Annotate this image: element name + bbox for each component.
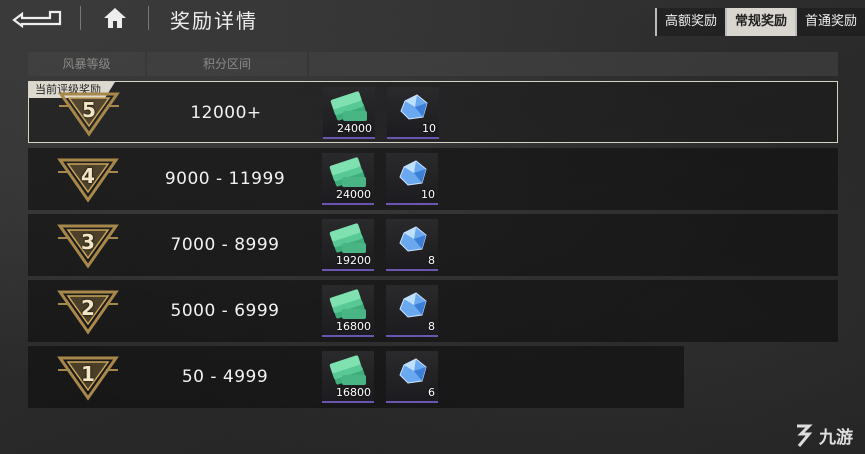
home-icon xyxy=(104,8,126,28)
reward-quantity: 16800 xyxy=(336,386,371,399)
reward-money[interactable]: 24000 xyxy=(322,153,374,205)
reward-gem[interactable]: 10 xyxy=(387,87,439,139)
reward-gem[interactable]: 6 xyxy=(386,351,438,403)
table-row: 3 7000 - 8999 19200 8 xyxy=(28,214,838,276)
tab-high-reward[interactable]: 高额奖励 xyxy=(654,8,725,36)
reward-gem[interactable]: 8 xyxy=(386,285,438,337)
reward-money[interactable]: 16800 xyxy=(322,285,374,337)
storm-rank-badge: 2 xyxy=(56,286,120,336)
reward-money[interactable]: 24000 xyxy=(323,87,375,139)
top-bar: 奖励详情 高额奖励 常规奖励 首通奖励 xyxy=(0,0,865,38)
rank-number: 1 xyxy=(81,362,95,386)
reward-quantity: 16800 xyxy=(336,320,371,333)
reward-quantity: 10 xyxy=(421,188,435,201)
divider xyxy=(80,6,81,30)
table-row: 4 9000 - 11999 24000 10 xyxy=(28,148,838,210)
column-header-storm-level: 风暴等级 xyxy=(28,52,145,76)
storm-rank-badge: 1 xyxy=(56,352,120,402)
score-range: 9000 - 11999 xyxy=(164,169,286,189)
reward-quantity: 24000 xyxy=(337,122,372,135)
reward-quantity: 24000 xyxy=(336,188,371,201)
reward-quantity: 6 xyxy=(428,386,435,399)
table-row: 1 50 - 4999 16800 6 xyxy=(28,346,684,408)
score-range: 5000 - 6999 xyxy=(170,301,280,321)
reward-money[interactable]: 19200 xyxy=(322,219,374,271)
table-row: 2 5000 - 6999 16800 8 xyxy=(28,280,838,342)
blue-crystal-icon xyxy=(392,355,432,393)
watermark: 九游 xyxy=(791,422,853,448)
reward-quantity: 19200 xyxy=(336,254,371,267)
blue-crystal-icon xyxy=(392,223,432,261)
column-header-rewards xyxy=(309,52,838,76)
reward-gem[interactable]: 10 xyxy=(386,153,438,205)
storm-rank-badge: 4 xyxy=(56,154,120,204)
tab-first-clear-reward[interactable]: 首通奖励 xyxy=(794,8,865,36)
storm-rank-badge: 3 xyxy=(56,220,120,270)
reward-quantity: 10 xyxy=(422,122,436,135)
blue-crystal-icon xyxy=(392,289,432,327)
tab-bar: 高额奖励 常规奖励 首通奖励 xyxy=(654,8,865,36)
divider xyxy=(148,6,149,30)
score-range: 12000+ xyxy=(190,103,262,123)
page-title: 奖励详情 xyxy=(170,9,258,33)
table-header: 风暴等级 积分区间 xyxy=(28,52,838,76)
storm-rank-badge: 5 xyxy=(57,88,121,138)
table-row: 当前评级奖励 5 12000+ 24000 10 xyxy=(28,81,838,143)
rank-number: 3 xyxy=(81,230,95,254)
reward-quantity: 8 xyxy=(428,320,435,333)
rank-number: 5 xyxy=(82,98,96,122)
column-header-score-range: 积分区间 xyxy=(147,52,307,76)
score-range: 50 - 4999 xyxy=(181,367,269,387)
score-range: 7000 - 8999 xyxy=(170,235,280,255)
home-button[interactable] xyxy=(98,3,132,33)
watermark-text: 九游 xyxy=(819,427,853,448)
tab-regular-reward[interactable]: 常规奖励 xyxy=(724,8,795,36)
back-button[interactable] xyxy=(8,4,68,30)
reward-quantity: 8 xyxy=(428,254,435,267)
back-arrow-icon xyxy=(12,10,62,28)
nine-game-logo-icon xyxy=(797,424,813,447)
reward-money[interactable]: 16800 xyxy=(322,351,374,403)
rank-number: 2 xyxy=(81,296,95,320)
reward-gem[interactable]: 8 xyxy=(386,219,438,271)
rank-number: 4 xyxy=(81,164,95,188)
